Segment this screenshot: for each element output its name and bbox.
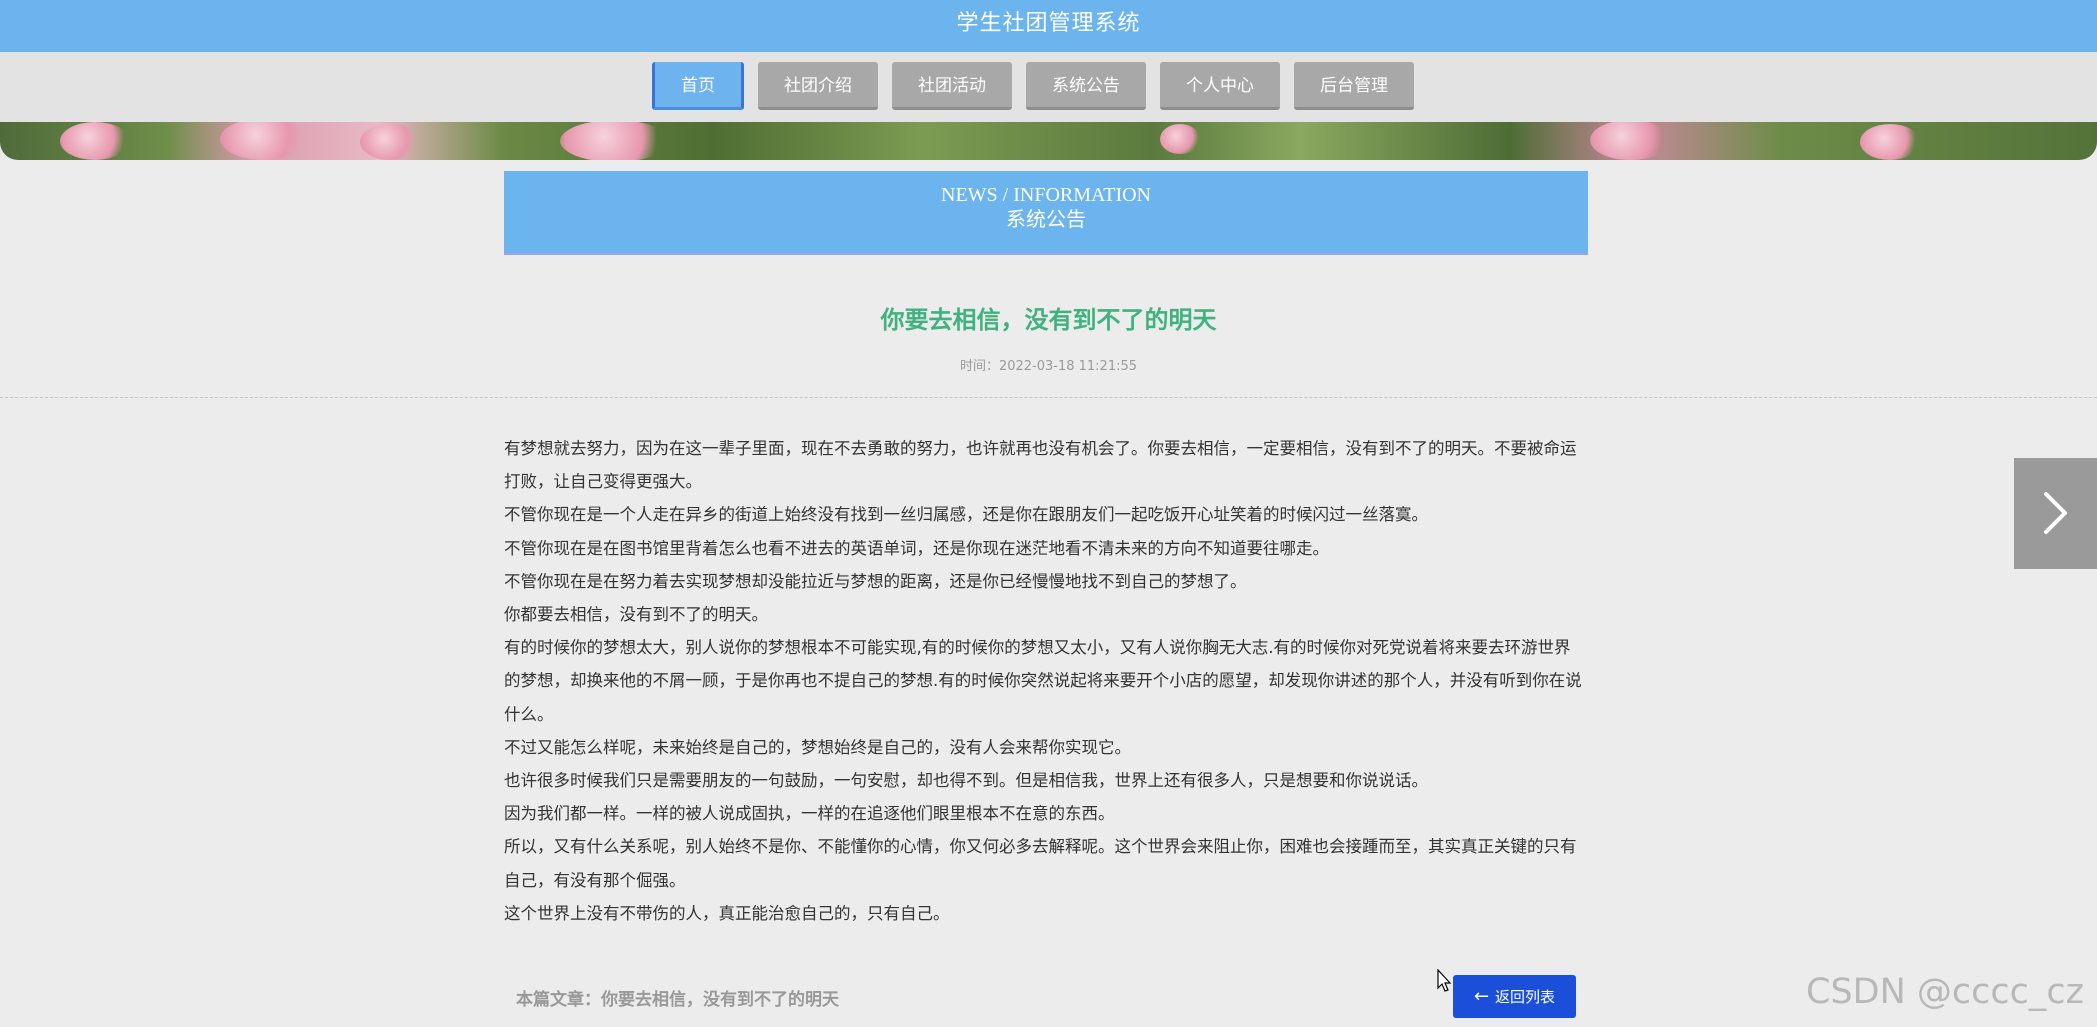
main-nav: 首页 社团介绍 社团活动 系统公告 个人中心 后台管理	[0, 52, 2097, 122]
article-paragraph: 有的时候你的梦想太大，别人说你的梦想根本不可能实现,有的时候你的梦想又太小，又有…	[504, 638, 1582, 724]
article-paragraph: 有梦想就去努力，因为在这一辈子里面，现在不去勇敢的努力，也许就再也没有机会了。你…	[504, 439, 1577, 492]
site-title: 学生社团管理系统	[956, 11, 1141, 36]
nav-item-admin[interactable]: 后台管理	[1294, 62, 1414, 110]
section-header: NEWS / INFORMATION 系统公告	[504, 171, 1588, 255]
article-paragraph: 也许很多时候我们只是需要朋友的一句鼓励，一句安慰，却也得不到。但是相信我，世界上…	[504, 771, 1428, 791]
article-content: 有梦想就去努力，因为在这一辈子里面，现在不去勇敢的努力，也许就再也没有机会了。你…	[504, 432, 1586, 930]
article-paragraph: 你都要去相信，没有到不了的明天。	[504, 605, 768, 625]
divider	[0, 397, 2097, 398]
watermark: CSDN @cccc_cz	[1806, 972, 2085, 1012]
article-paragraph: 所以，又有什么关系呢，别人始终不是你、不能懂你的心情，你又何必多去解释呢。这个世…	[504, 837, 1577, 890]
article-title: 你要去相信，没有到不了的明天	[880, 306, 1217, 334]
back-to-list-button[interactable]: ← 返回列表	[1453, 975, 1576, 1018]
nav-item-personal-center[interactable]: 个人中心	[1160, 62, 1280, 110]
article-paragraph: 因为我们都一样。一样的被人说成固执，一样的在追逐他们眼里根本不在意的东西。	[504, 804, 1115, 824]
banner-image	[0, 122, 2097, 160]
chevron-right-icon	[2044, 492, 2067, 534]
article-paragraph: 不过又能怎么样呢，未来始终是自己的，梦想始终是自己的，没有人会来帮你实现它。	[504, 737, 1131, 757]
next-slide-button[interactable]	[2014, 458, 2097, 569]
article-paragraph: 不管你现在是在努力着去实现梦想却没能拉近与梦想的距离，还是你已经慢慢地找不到自己…	[504, 571, 1247, 591]
nav-item-home[interactable]: 首页	[652, 62, 744, 110]
nav-item-club-intro[interactable]: 社团介绍	[758, 62, 878, 110]
nav-list: 首页 社团介绍 社团活动 系统公告 个人中心 后台管理	[652, 62, 1414, 112]
arrow-left-icon: ←	[1473, 986, 1490, 1007]
current-article-label: 本篇文章：你要去相信，没有到不了的明天	[516, 990, 839, 1010]
section-title-en: NEWS / INFORMATION	[941, 184, 1151, 206]
article-time: 时间：2022-03-18 11:21:55	[959, 359, 1138, 374]
nav-item-announcements[interactable]: 系统公告	[1026, 62, 1146, 110]
section-title-cn: 系统公告	[1006, 207, 1086, 231]
article-paragraph: 不管你现在是一个人走在异乡的街道上始终没有找到一丝归属感，还是你在跟朋友们一起吃…	[504, 505, 1428, 525]
article-paragraph: 不管你现在是在图书馆里背着怎么也看不进去的英语单词，还是你现在迷茫地看不清未来的…	[504, 538, 1329, 558]
nav-item-club-activities[interactable]: 社团活动	[892, 62, 1012, 110]
back-button-label: 返回列表	[1495, 988, 1556, 1006]
mouse-cursor-icon	[1437, 969, 1452, 992]
top-header: 学生社团管理系统	[0, 0, 2097, 52]
article-paragraph: 这个世界上没有不带伤的人，真正能治愈自己的，只有自己。	[504, 903, 950, 923]
